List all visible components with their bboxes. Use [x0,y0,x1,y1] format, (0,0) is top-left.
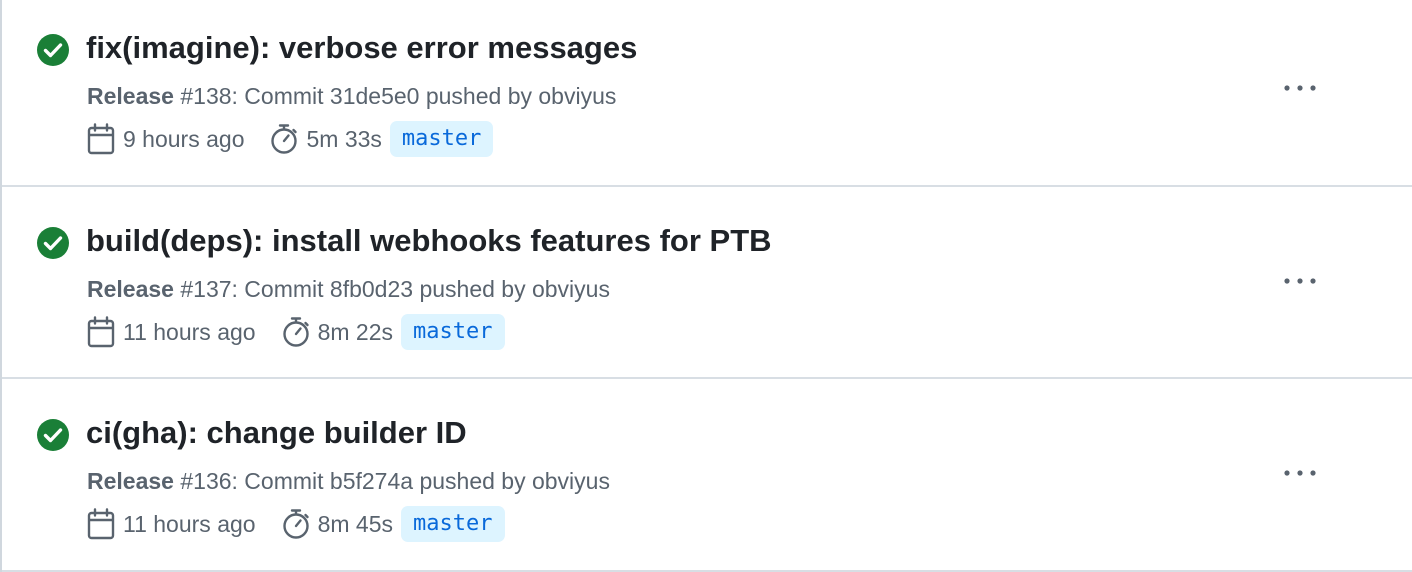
run-more-options-button[interactable] [1278,76,1322,100]
run-time-ago: 11 hours ago [123,318,256,345]
run-info: #138: Commit 31de5e0 pushed by obviyus [173,83,617,109]
run-info: #136: Commit b5f274a pushed by obviyus [173,468,610,494]
run-meta: 9 hours ago 5m 33s master [87,119,494,159]
run-duration: 5m 33s [306,125,382,152]
run-duration: 8m 45s [317,510,394,537]
workflow-run-row[interactable]: ci(gha): change builder ID Release #136:… [2,379,1412,572]
branch-label[interactable]: master [389,121,494,157]
run-info: #137: Commit 8fb0d23 pushed by obviyus [173,276,610,302]
workflow-run-row[interactable]: build(deps): install webhooks features f… [2,187,1412,379]
run-duration: 8m 22s [317,318,394,345]
run-meta: 11 hours ago 8m 45s master [87,504,505,544]
run-title-link[interactable]: fix(imagine): verbose error messages [86,28,637,68]
check-circle-fill-icon [37,34,69,66]
calendar-icon [87,316,115,348]
branch-label[interactable]: master [401,506,505,542]
stopwatch-icon [282,509,309,539]
kebab-horizontal-icon [1284,470,1316,476]
run-more-options-button[interactable] [1278,269,1322,293]
check-circle-fill-icon [37,227,69,259]
run-subtitle: Release #136: Commit b5f274a pushed by o… [87,466,610,496]
run-meta: 11 hours ago 8m 22s master [87,312,505,352]
workflow-name[interactable]: Release [87,83,174,109]
run-time-ago: 11 hours ago [123,510,256,537]
calendar-icon [87,123,115,155]
run-subtitle: Release #137: Commit 8fb0d23 pushed by o… [87,274,610,304]
stopwatch-icon [271,124,298,154]
kebab-horizontal-icon [1284,85,1316,91]
run-title-link[interactable]: build(deps): install webhooks features f… [86,221,772,261]
workflow-name[interactable]: Release [87,276,174,302]
run-more-options-button[interactable] [1278,461,1322,485]
workflow-name[interactable]: Release [87,468,174,494]
kebab-horizontal-icon [1284,278,1316,284]
run-time-ago: 9 hours ago [123,125,245,152]
calendar-icon [87,508,115,540]
run-subtitle: Release #138: Commit 31de5e0 pushed by o… [87,81,616,111]
check-circle-fill-icon [37,419,69,451]
workflow-runs-list: fix(imagine): verbose error messages Rel… [0,0,1412,572]
stopwatch-icon [282,317,309,347]
branch-label[interactable]: master [401,314,505,350]
workflow-run-row[interactable]: fix(imagine): verbose error messages Rel… [2,0,1412,187]
run-title-link[interactable]: ci(gha): change builder ID [86,413,467,453]
